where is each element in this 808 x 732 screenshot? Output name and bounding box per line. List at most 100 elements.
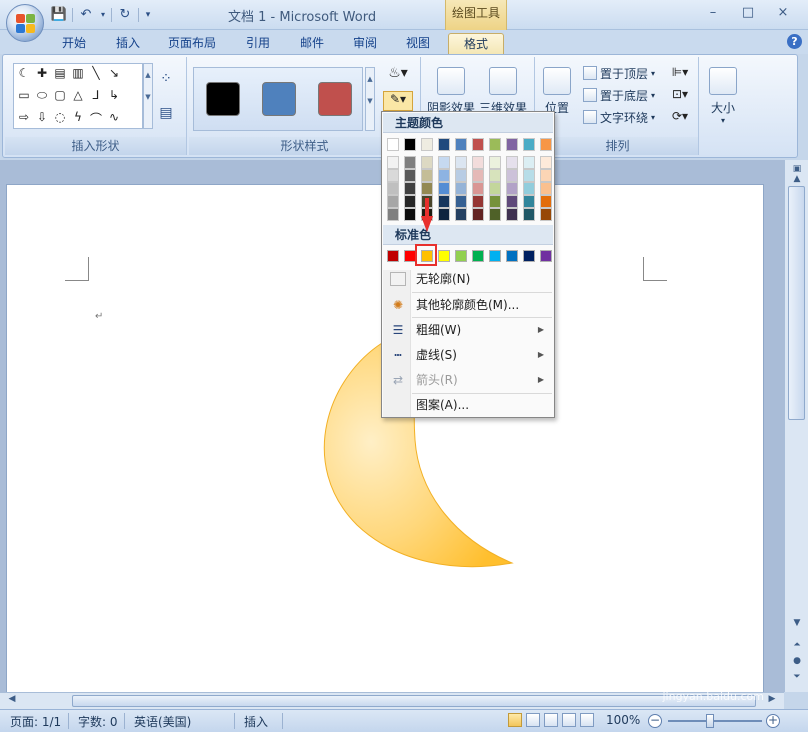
status-language[interactable]: 英语(美国)	[134, 713, 191, 730]
theme-color-swatch[interactable]	[489, 182, 501, 195]
close-button[interactable]: ×	[770, 4, 796, 22]
zoom-out-button[interactable]: −	[648, 714, 662, 728]
theme-color-swatch[interactable]	[438, 169, 450, 182]
bring-to-front-button[interactable]: 置于顶层 ▾	[583, 63, 655, 83]
theme-color-swatch[interactable]	[455, 156, 467, 169]
theme-color-swatch[interactable]	[540, 208, 552, 221]
zoom-slider-thumb[interactable]	[706, 714, 714, 728]
right-arrow-shape-icon[interactable]: ⇨	[16, 110, 32, 124]
undo-dropdown-icon[interactable]: ▾	[99, 6, 107, 24]
theme-color-swatch[interactable]	[523, 182, 535, 195]
theme-color-swatch[interactable]	[506, 208, 518, 221]
scroll-right-button[interactable]: ▶	[764, 694, 780, 708]
rounded-rect-icon[interactable]: ▢	[52, 88, 68, 102]
arrows-item[interactable]: ⇄ 箭头(R) ▶	[383, 368, 553, 392]
standard-color-swatch[interactable]	[438, 250, 450, 262]
callout-shape-icon[interactable]: ◌	[52, 110, 68, 124]
theme-color-swatch[interactable]	[404, 156, 416, 169]
standard-color-swatch[interactable]	[540, 250, 552, 262]
tab-page-layout[interactable]: 页面布局	[160, 33, 224, 54]
theme-color-swatch[interactable]	[472, 138, 484, 151]
triangle-shape-icon[interactable]: △	[70, 88, 86, 102]
align-icon[interactable]: ⊫▾	[669, 65, 691, 79]
tab-format[interactable]: 格式	[448, 33, 504, 54]
status-page[interactable]: 页面: 1/1	[10, 713, 61, 730]
theme-color-swatch[interactable]	[472, 182, 484, 195]
theme-color-swatch[interactable]	[404, 138, 416, 151]
browse-object-button[interactable]: ●	[789, 656, 805, 670]
elbow-connector-icon[interactable]: ⅃	[88, 88, 104, 102]
vertical-textbox-icon[interactable]: ▥	[70, 66, 86, 80]
weight-item[interactable]: ☰ 粗细(W) ▶	[383, 318, 553, 342]
style-swatch-black[interactable]	[206, 82, 240, 116]
minimize-button[interactable]: –	[700, 4, 726, 22]
style-swatch-red[interactable]	[318, 82, 352, 116]
previous-page-button[interactable]: ⏶	[789, 640, 805, 654]
standard-color-swatch[interactable]	[455, 250, 467, 262]
theme-color-swatch[interactable]	[455, 138, 467, 151]
theme-color-swatch[interactable]	[404, 195, 416, 208]
theme-color-swatch[interactable]	[438, 195, 450, 208]
maximize-button[interactable]: □	[735, 4, 761, 22]
theme-color-swatch[interactable]	[387, 156, 399, 169]
theme-color-swatch[interactable]	[472, 169, 484, 182]
tab-review[interactable]: 审阅	[343, 33, 387, 54]
outline-view-button[interactable]	[562, 713, 576, 727]
tab-references[interactable]: 引用	[236, 33, 280, 54]
theme-color-swatch[interactable]	[421, 169, 433, 182]
curve-shape-icon[interactable]: ∿	[106, 110, 122, 124]
shapes-gallery[interactable]: ☾ ✚ ▤ ▥ ╲ ↘ ▭ ⬭ ▢ △ ⅃ ↳ ⇨ ⇩ ◌ ϟ ⌒ ∿	[13, 63, 143, 129]
print-layout-view-button[interactable]	[508, 713, 522, 727]
standard-color-swatch[interactable]	[472, 250, 484, 262]
text-box-icon[interactable]: ▤	[155, 105, 177, 121]
save-icon[interactable]: 💾	[50, 6, 68, 24]
no-outline-item[interactable]: 无轮廓(N)	[383, 267, 553, 291]
theme-color-swatch[interactable]	[387, 195, 399, 208]
standard-color-swatch[interactable]	[489, 250, 501, 262]
theme-color-swatch[interactable]	[438, 208, 450, 221]
tab-mailings[interactable]: 邮件	[290, 33, 334, 54]
theme-color-swatch[interactable]	[438, 138, 450, 151]
zoom-slider-track[interactable]	[668, 720, 762, 722]
theme-color-swatch[interactable]	[523, 195, 535, 208]
rotate-icon[interactable]: ⟳▾	[669, 109, 691, 123]
down-arrow-shape-icon[interactable]: ⇩	[34, 110, 50, 124]
status-insert-mode[interactable]: 插入	[244, 713, 268, 730]
theme-color-swatch[interactable]	[421, 182, 433, 195]
help-icon[interactable]: ?	[787, 34, 802, 49]
scroll-down-button[interactable]: ▼	[789, 618, 805, 632]
lightning-shape-icon[interactable]: ϟ	[70, 110, 86, 124]
theme-color-swatch[interactable]	[523, 138, 535, 151]
cross-shape-icon[interactable]: ✚	[34, 66, 50, 80]
standard-color-swatch[interactable]	[506, 250, 518, 262]
web-layout-view-button[interactable]	[544, 713, 558, 727]
zoom-level[interactable]: 100%	[606, 713, 640, 727]
tab-home[interactable]: 开始	[52, 33, 96, 54]
redo-icon[interactable]: ↻	[116, 6, 134, 24]
theme-color-swatch[interactable]	[387, 138, 399, 151]
theme-color-swatch[interactable]	[387, 182, 399, 195]
standard-color-swatch[interactable]	[523, 250, 535, 262]
theme-color-swatch[interactable]	[506, 182, 518, 195]
shape-styles-gallery[interactable]	[193, 67, 363, 131]
moon-shape-icon[interactable]: ☾	[16, 66, 32, 80]
zoom-in-button[interactable]: +	[766, 714, 780, 728]
shapes-gallery-scroll[interactable]: ▲ ▼	[143, 63, 153, 129]
vertical-scrollbar[interactable]: ▣ ▲ ▼ ⏶ ● ⏷	[784, 160, 808, 692]
group-icon[interactable]: ⊡▾	[669, 87, 691, 101]
theme-color-swatch[interactable]	[404, 208, 416, 221]
theme-color-swatch[interactable]	[421, 138, 433, 151]
standard-color-swatch[interactable]	[387, 250, 399, 262]
size-button[interactable]: 大小 ▾	[703, 63, 743, 133]
theme-color-swatch[interactable]	[472, 208, 484, 221]
theme-color-swatch[interactable]	[540, 182, 552, 195]
scroll-left-button[interactable]: ◀	[4, 694, 20, 708]
undo-icon[interactable]: ↶	[77, 6, 95, 24]
theme-color-swatch[interactable]	[506, 138, 518, 151]
theme-color-swatch[interactable]	[438, 156, 450, 169]
styles-gallery-scroll[interactable]: ▲ ▼	[365, 67, 375, 131]
theme-color-swatch[interactable]	[540, 195, 552, 208]
textbox-shape-icon[interactable]: ▤	[52, 66, 68, 80]
full-screen-reading-view-button[interactable]	[526, 713, 540, 727]
theme-color-swatch[interactable]	[506, 156, 518, 169]
